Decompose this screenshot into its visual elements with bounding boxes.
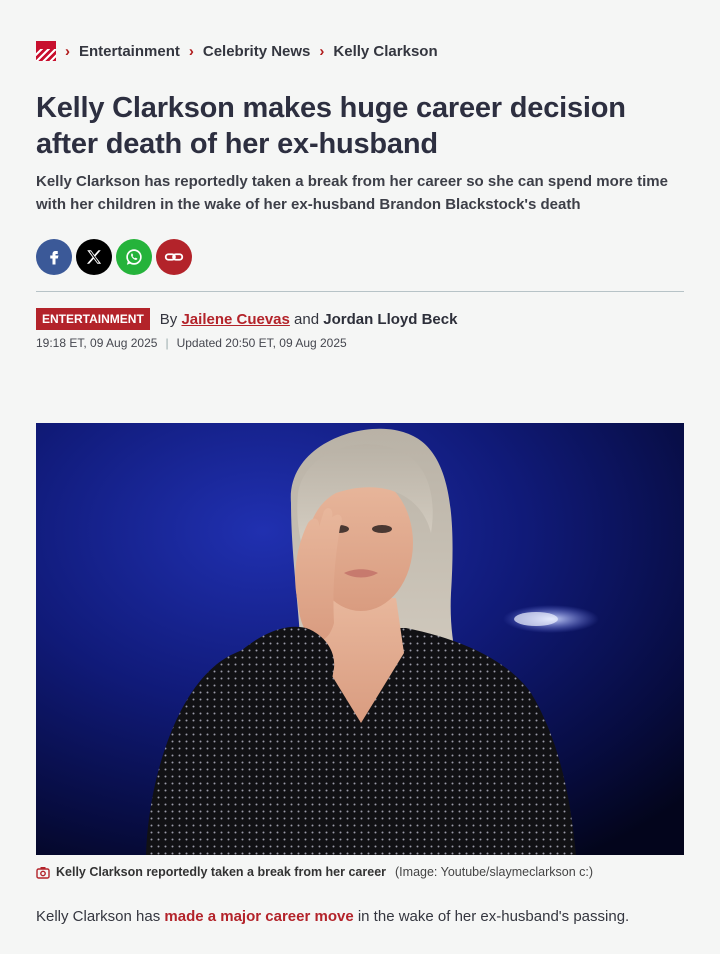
article-headline: Kelly Clarkson makes huge career decisio… (36, 92, 626, 160)
facebook-icon (50, 251, 59, 265)
breadcrumb-kelly-clarkson[interactable]: Kelly Clarkson (333, 43, 437, 60)
hero-image[interactable] (36, 423, 684, 855)
chevron-right-icon: › (188, 42, 194, 60)
author-link[interactable]: Jailene Cuevas (181, 311, 289, 328)
byline-prefix: By (159, 310, 178, 328)
paragraph-text-start: Kelly Clarkson has (36, 908, 165, 925)
share-x-button[interactable] (76, 239, 112, 275)
chevron-right-icon: › (319, 42, 325, 60)
mirror-logo[interactable] (36, 41, 56, 61)
whatsapp-icon (126, 249, 142, 265)
hero-photo-illustration (36, 423, 684, 855)
image-credit: (Image: Youtube/slaymeclarkson c:) (395, 865, 594, 879)
byline-and: and (294, 310, 320, 328)
updated-time: Updated 20:50 ET, 09 Aug 2025 (176, 336, 347, 350)
category-tag[interactable]: ENTERTAINMENT (36, 308, 150, 330)
copy-link-button[interactable] (156, 239, 192, 275)
share-bar (36, 239, 192, 275)
article-standfirst: Kelly Clarkson has reportedly taken a br… (36, 173, 668, 213)
breadcrumb-celebrity-news[interactable]: Celebrity News (203, 43, 311, 60)
breadcrumb-entertainment[interactable]: Entertainment (79, 43, 180, 60)
paragraph-text-end: in the wake of her ex-husband's passing. (353, 908, 630, 925)
date-separator: | (165, 336, 169, 350)
published-time: 19:18 ET, 09 Aug 2025 (36, 336, 158, 350)
share-whatsapp-button[interactable] (116, 239, 152, 275)
share-facebook-button[interactable] (36, 239, 72, 275)
x-icon (86, 250, 102, 264)
article-paragraph: Kelly Clarkson has made a major career m… (36, 908, 629, 925)
image-caption: Kelly Clarkson reportedly taken a break … (36, 865, 593, 879)
caption-text: Kelly Clarkson reportedly taken a break … (56, 865, 387, 879)
breadcrumb: › Entertainment › Celebrity News › Kelly… (36, 40, 438, 62)
inline-article-link[interactable]: made a major career move (164, 908, 353, 925)
article-dates: 19:18 ET, 09 Aug 2025 | Updated 20:50 ET… (36, 336, 347, 350)
article-meta: ENTERTAINMENT By Jailene Cuevas and Jord… (36, 308, 457, 330)
author-name: Jordan Lloyd Beck (323, 310, 458, 328)
camera-icon (36, 866, 50, 879)
chevron-right-icon: › (65, 42, 70, 60)
divider (36, 291, 684, 292)
copy-link-icon (164, 253, 184, 261)
byline: By Jailene Cuevas and Jordan Lloyd Beck (160, 311, 458, 328)
